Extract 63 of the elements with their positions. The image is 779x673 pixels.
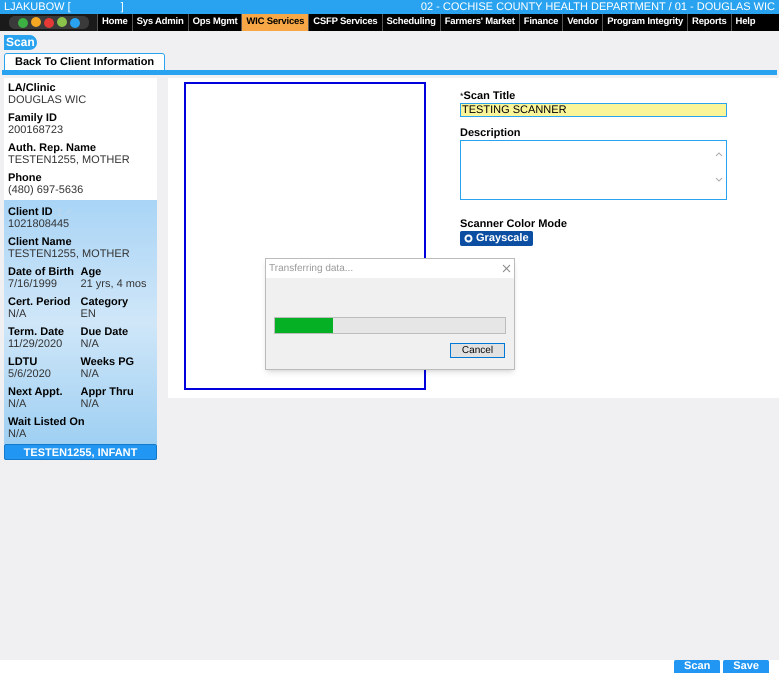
page-title: Scan [4,35,37,50]
field-label: LA/Clinic [8,82,57,94]
field-value: 7/16/1999 [8,278,58,290]
field-value: N/A [8,308,28,320]
field-label: Term. Date [8,326,64,338]
field-value: EN [80,308,97,320]
handprints-logo-icon[interactable] [8,15,88,30]
scan-title-field[interactable]: TESTING SCANNER [460,103,727,117]
field-label: Appr Thru [80,386,134,398]
nav-tab[interactable]: Vendor [562,14,602,31]
field-label: Category [80,296,128,308]
field-value: N/A [8,398,28,410]
back-to-client-button[interactable]: Back To Client Information [4,53,166,70]
field-value: 11/29/2020 [8,338,64,350]
field-value: (480) 697-5636 [8,184,84,196]
cancel-button[interactable]: Cancel [450,343,505,358]
field-value: N/A [80,338,100,350]
field-value: 200168723 [8,124,64,136]
field-label: Cert. Period [8,296,70,308]
description-field[interactable] [460,140,727,200]
radio-icon [464,234,473,243]
scan-title-label: Scan Title [464,90,516,103]
field-label: Client Name [8,236,72,248]
user-name: LJAKUBOW [ [4,2,71,12]
nav-tab[interactable]: Help [730,14,760,31]
nav-tab[interactable]: WIC Services [241,14,308,31]
field-value: N/A [80,398,100,410]
user-bracket: ] [120,2,124,12]
scroll-arrows-icon [715,151,723,183]
field-label: Date of Birth [8,266,74,278]
close-icon[interactable] [502,264,511,273]
required-mark: * [460,90,464,103]
nav-tab[interactable]: CSFP Services [308,14,382,31]
description-label: Description [460,127,522,140]
field-label: Weeks PG [80,356,134,368]
field-label: LDTU [8,356,38,368]
field-value: N/A [8,428,28,440]
field-label: Family ID [8,112,58,124]
field-value: TESTEN1255, MOTHER [8,248,131,260]
field-value: N/A [80,368,100,380]
field-label: Next Appt. [8,386,63,398]
nav-tab[interactable]: Home [97,14,132,31]
nav-tab[interactable]: Finance [518,14,562,31]
nav-tab[interactable]: Farmers' Market [440,14,519,31]
field-label: Wait Listed On [8,416,85,428]
field-label: Phone [8,172,43,184]
nav-tab[interactable]: Program Integrity [602,14,688,31]
radio-option[interactable]: Grayscale [460,231,533,246]
field-label: Client ID [8,206,53,218]
clinic-location: 02 - COCHISE COUNTY HEALTH DEPARTMENT / 01 - DOUGLAS WIC [420,2,775,12]
field-value: TESTEN1255, MOTHER [8,154,131,166]
field-label: Due Date [80,326,128,338]
nav-tab[interactable]: Scheduling [382,14,440,31]
field-value: DOUGLAS WIC [8,94,88,106]
field-label: Auth. Rep. Name [8,142,98,154]
field-value: 5/6/2020 [8,368,52,380]
nav-tab[interactable]: Reports [687,14,731,31]
dialog-title: Transferring data... [269,262,354,276]
field-label: Age [80,266,102,278]
nav-tab[interactable]: Sys Admin [132,14,188,31]
color-mode-label: Scanner Color Mode [460,218,568,231]
field-value: 21 yrs, 4 mos [80,278,148,290]
field-value: 1021808445 [8,218,70,230]
